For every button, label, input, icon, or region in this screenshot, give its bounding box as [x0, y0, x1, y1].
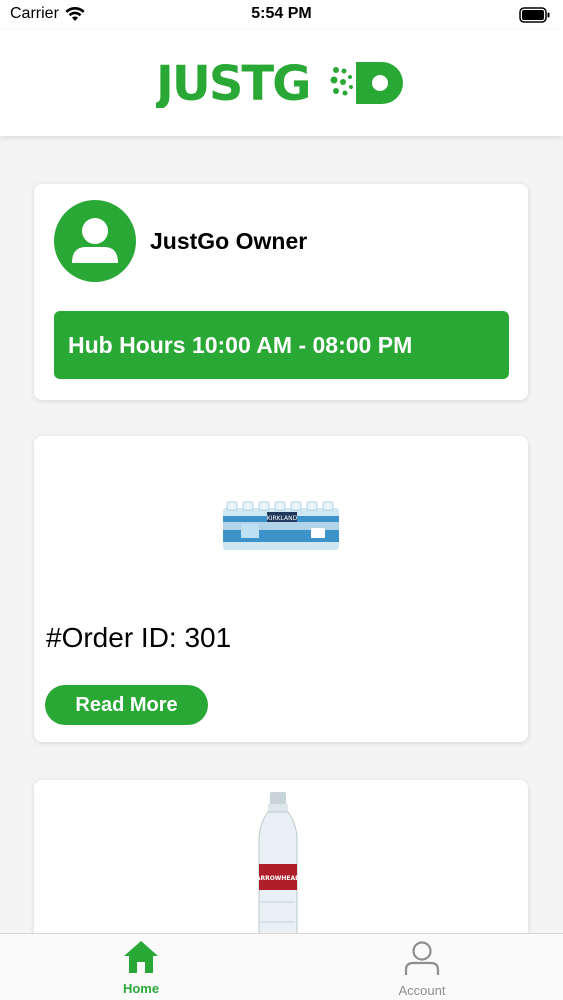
person-icon	[404, 941, 440, 975]
battery-icon	[519, 7, 551, 28]
app-header: JUSTG	[0, 30, 563, 136]
tab-home-label: Home	[122, 981, 160, 996]
tab-home[interactable]: Home	[71, 940, 211, 996]
owner-name: JustGo Owner	[150, 228, 308, 254]
status-bar: Carrier 5:54 PM	[0, 0, 563, 30]
order-id: #Order ID: 301	[46, 622, 232, 653]
tab-bar: Home Account	[0, 933, 563, 1000]
justgo-logo: JUSTG	[156, 58, 408, 108]
home-icon	[124, 941, 158, 973]
tab-account[interactable]: Account	[352, 940, 492, 998]
tab-account-label: Account	[398, 983, 446, 998]
justgo-logo-graphic: JUSTG	[156, 58, 403, 108]
owner-card: JustGo Owner Hub Hours 10:00 AM - 08:00 …	[34, 184, 528, 400]
svg-text:JUSTG: JUSTG	[156, 58, 310, 108]
order-card[interactable]: KIRKLAND #Order ID: 301 Read More	[34, 436, 528, 742]
home-content[interactable]: JustGo Owner Hub Hours 10:00 AM - 08:00 …	[0, 136, 563, 933]
hub-hours-banner: Hub Hours 10:00 AM - 08:00 PM	[54, 311, 509, 379]
svg-text:KIRKLAND: KIRKLAND	[267, 515, 298, 522]
status-time: 5:54 PM	[251, 5, 312, 22]
water-pack-image: KIRKLAND	[221, 498, 341, 559]
order-card[interactable]: ARROWHEAD	[34, 780, 528, 933]
user-icon	[72, 218, 118, 263]
avatar	[54, 200, 136, 282]
water-bottle-image: ARROWHEAD	[253, 792, 303, 933]
svg-text:ARROWHEAD: ARROWHEAD	[256, 875, 300, 882]
read-more-button[interactable]: Read More	[45, 685, 208, 725]
